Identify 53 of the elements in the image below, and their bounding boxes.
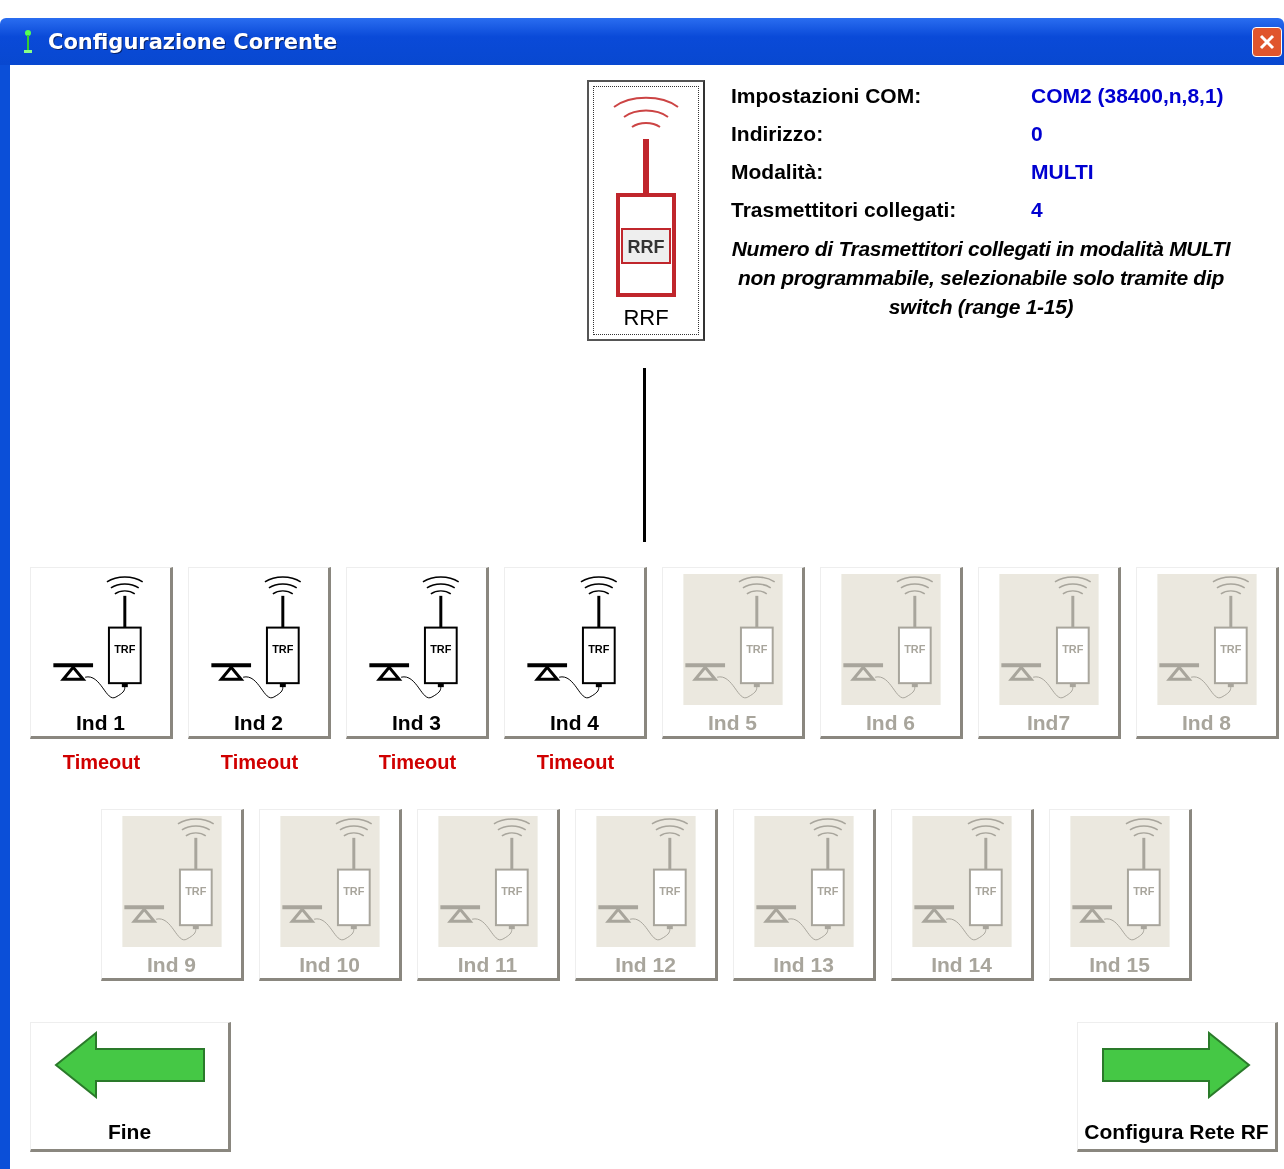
indicator-button[interactable]: TRF Ind 14 [891, 809, 1034, 981]
indicator-button[interactable]: TRF Ind 2 [188, 567, 331, 739]
setting-value: 4 [1031, 198, 1044, 222]
indicator-button[interactable]: TRF Ind 5 [662, 567, 805, 739]
status-text: Timeout [61, 750, 142, 775]
setting-label: Impostazioni COM: [731, 84, 923, 108]
device-label: TRF [184, 885, 206, 898]
setting-label: Modalità: [731, 160, 825, 184]
indicator-button[interactable]: TRF Ind 12 [575, 809, 718, 981]
status-text: Timeout [377, 750, 458, 775]
indicator-button[interactable]: TRF Ind 9 [101, 809, 244, 981]
device-label: TRF [429, 643, 451, 656]
device-label: RRF [627, 237, 665, 257]
device-label: TRF [342, 885, 364, 898]
device-label: TRF [658, 885, 680, 898]
setting-label: Trasmettitori collegati: [731, 198, 958, 222]
indicator-button[interactable]: TRF Ind7 [978, 567, 1121, 739]
device-label: TRF [1219, 643, 1241, 656]
device-label: TRF [974, 885, 996, 898]
device-label: TRF [500, 885, 522, 898]
setting-value: COM2 (38400,n,8,1) [1031, 84, 1225, 108]
device-label: TRF [271, 643, 293, 656]
window-title: Configurazione Corrente [48, 29, 338, 54]
device-label: TRF [816, 885, 838, 898]
close-icon [1258, 32, 1276, 51]
device-label: TRF [903, 643, 925, 656]
device-label: TRF [745, 643, 767, 656]
device-label: TRF [587, 643, 609, 656]
setting-label: Indirizzo: [731, 122, 825, 146]
setting-value: MULTI [1031, 160, 1095, 184]
indicator-button[interactable]: TRF Ind 3 [346, 567, 489, 739]
setting-value: 0 [1031, 122, 1044, 146]
indicator-button[interactable]: TRF Ind 6 [820, 567, 963, 739]
receiver-label: RRF [623, 305, 669, 331]
device-label: TRF [113, 643, 135, 656]
device-label: TRF [1061, 643, 1083, 656]
indicator-button[interactable]: TRF Ind 13 [733, 809, 876, 981]
status-text: Timeout [535, 750, 616, 775]
indicator-button[interactable]: TRF Ind 8 [1136, 567, 1279, 739]
indicator-button[interactable]: TRF Ind 15 [1049, 809, 1192, 981]
note-text: Numero di Trasmettitori collegati in modalità MULTI non programmabile, selezionabile solo tramite dip switch (range 1-15) [731, 236, 1231, 320]
indicator-button[interactable]: TRF Ind 10 [259, 809, 402, 981]
indicator-button[interactable]: TRF Ind 1 [30, 567, 173, 739]
indicator-button[interactable]: TRF Ind 4 [504, 567, 647, 739]
forward-button[interactable]: Configura Rete RF [1077, 1022, 1278, 1152]
left-arrow-icon [53, 1031, 206, 1099]
indicator-button[interactable]: TRF Ind 11 [417, 809, 560, 981]
status-text: Timeout [219, 750, 300, 775]
app-icon [22, 28, 34, 55]
right-arrow-icon [1100, 1031, 1253, 1099]
device-label: TRF [1132, 885, 1154, 898]
close-button[interactable] [1252, 26, 1282, 57]
back-button[interactable]: Fine [30, 1022, 231, 1152]
